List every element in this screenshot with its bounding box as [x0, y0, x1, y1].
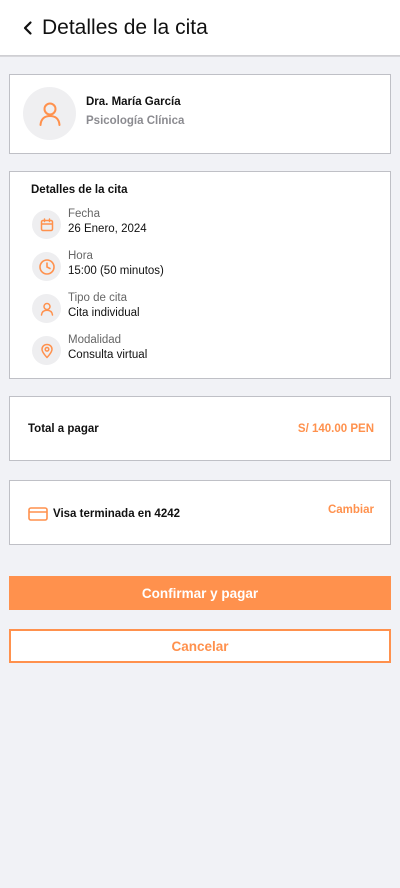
user-icon [39, 102, 60, 126]
location-pin-icon-badge [32, 336, 61, 365]
clock-icon [38, 258, 55, 275]
payment-method-card: Visa terminada en 4242 Cambiar [9, 480, 391, 545]
cancel-button[interactable]: Cancelar [9, 629, 391, 663]
back-button[interactable] [14, 14, 42, 42]
change-payment-link[interactable]: Cambiar [328, 504, 374, 516]
doctor-specialty: Psicología Clínica [86, 115, 185, 127]
chevron-left-icon [23, 20, 32, 35]
total-amount: S/ 140.00 PEN [297, 423, 374, 435]
detail-value: Cita individual [68, 307, 140, 319]
detail-label: Modalidad [68, 334, 122, 346]
detail-label: Fecha [68, 208, 100, 220]
appointment-details-card: Detalles de la cita Fecha 26 Enero, 2024… [9, 171, 391, 379]
detail-label: Tipo de cita [68, 292, 128, 304]
details-title: Detalles de la cita [31, 184, 128, 196]
total-label: Total a pagar [28, 423, 99, 435]
location-pin-icon [40, 343, 53, 358]
detail-value: 26 Enero, 2024 [68, 223, 147, 235]
avatar [23, 87, 76, 140]
user-icon-badge [32, 294, 61, 323]
detail-row-modality: Modalidad Consulta virtual [32, 334, 352, 366]
detail-row-date: Fecha 26 Enero, 2024 [32, 208, 352, 240]
user-icon [40, 302, 53, 316]
detail-value: Consulta virtual [68, 349, 148, 361]
payment-method-label: Visa terminada en 4242 [53, 508, 180, 520]
detail-value: 15:00 (50 minutos) [68, 265, 164, 277]
app-header: Detalles de la cita [0, 0, 400, 56]
calendar-icon-badge [32, 210, 61, 239]
detail-label: Hora [68, 250, 93, 262]
detail-row-type: Tipo de cita Cita individual [32, 292, 352, 324]
credit-card-icon [28, 507, 48, 521]
total-card: Total a pagar S/ 140.00 PEN [9, 396, 391, 461]
calendar-icon [40, 217, 53, 231]
detail-row-time: Hora 15:00 (50 minutos) [32, 250, 352, 282]
doctor-card: Dra. María García Psicología Clínica [9, 74, 391, 154]
doctor-name: Dra. María García [86, 96, 181, 108]
confirm-and-pay-button[interactable]: Confirmar y pagar [9, 576, 391, 610]
clock-icon-badge [32, 252, 61, 281]
page-title: Detalles de la cita [42, 15, 208, 39]
